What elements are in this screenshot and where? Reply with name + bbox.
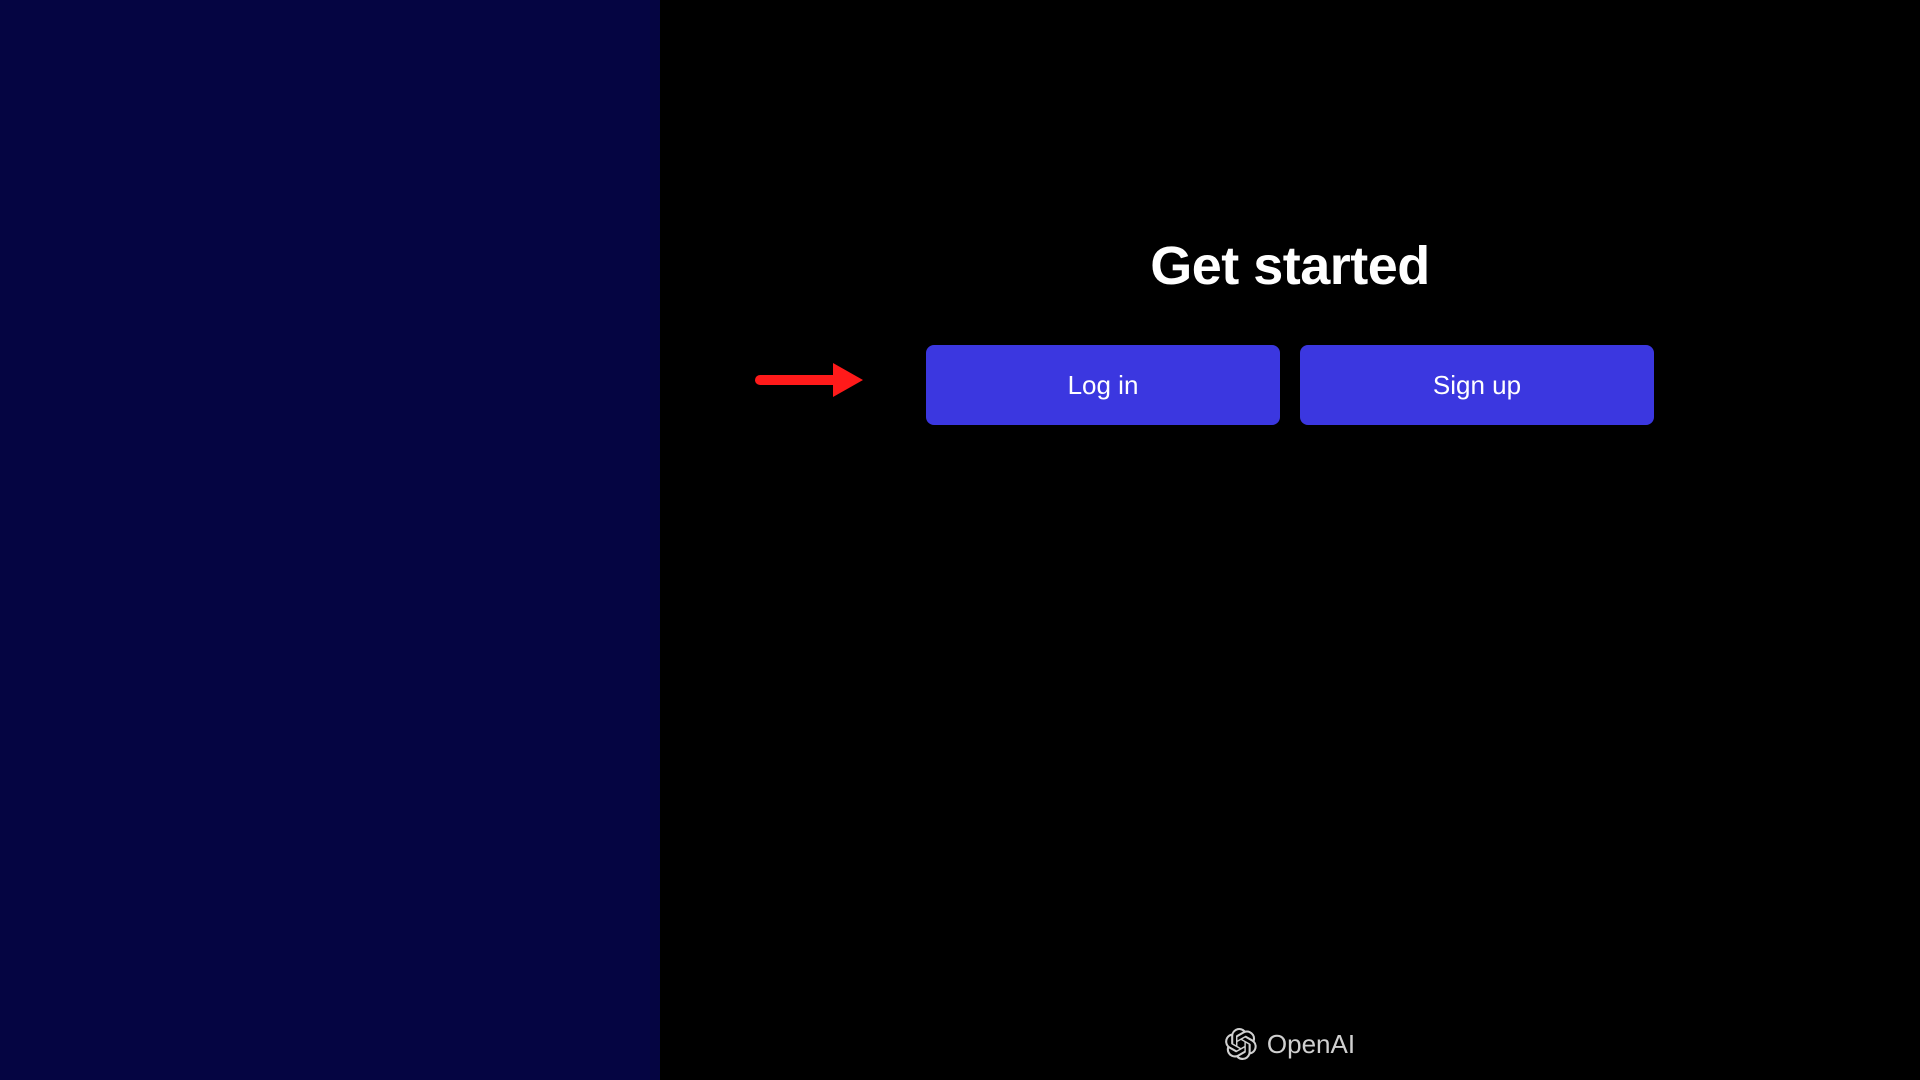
page-title: Get started	[1150, 235, 1430, 297]
button-row: Log in Sign up	[926, 345, 1654, 425]
openai-logo-icon	[1225, 1028, 1257, 1060]
left-panel	[0, 0, 660, 1080]
footer-brand: OpenAI	[1225, 1028, 1355, 1060]
login-button[interactable]: Log in	[926, 345, 1280, 425]
signup-button-label: Sign up	[1433, 370, 1521, 401]
login-button-label: Log in	[1068, 370, 1139, 401]
annotation-arrow-icon	[755, 355, 865, 405]
footer-brand-text: OpenAI	[1267, 1029, 1355, 1060]
signup-button[interactable]: Sign up	[1300, 345, 1654, 425]
right-panel: Get started Log in Sign up OpenAI	[660, 0, 1920, 1080]
auth-content: Get started Log in Sign up	[926, 235, 1654, 425]
